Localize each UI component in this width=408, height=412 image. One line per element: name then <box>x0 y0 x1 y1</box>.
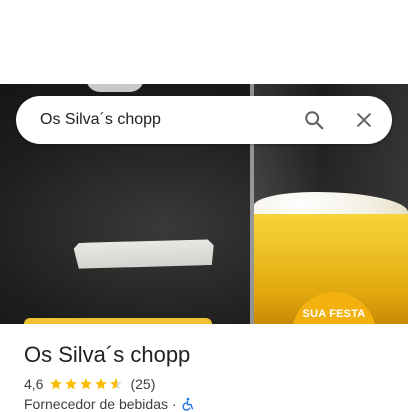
category-label: Fornecedor de bebidas <box>24 396 168 412</box>
star-icon <box>95 378 108 390</box>
search-button[interactable] <box>294 100 334 140</box>
tape-decoration <box>73 237 214 271</box>
category-row: Fornecedor de bebidas · <box>24 396 195 412</box>
star-icon <box>110 378 123 390</box>
place-info-panel[interactable]: Os Silva´s chopp 4,6 (25) Fornecedor de … <box>0 324 408 412</box>
star-icon <box>65 378 78 390</box>
separator: · <box>172 396 177 412</box>
wheelchair-icon <box>181 397 195 411</box>
review-count[interactable]: (25) <box>130 376 155 392</box>
clear-search-button[interactable] <box>344 100 384 140</box>
search-input[interactable]: Os Silva´s chopp <box>16 111 294 129</box>
star-icon <box>80 378 93 390</box>
star-icon <box>50 378 63 390</box>
rating-value: 4,6 <box>24 376 44 392</box>
logo-fragment <box>86 84 144 92</box>
star-rating <box>49 377 124 391</box>
status-area <box>0 0 408 84</box>
close-icon <box>354 110 374 130</box>
search-icon <box>303 109 325 131</box>
rating-row[interactable]: 4,6 (25) <box>24 376 155 392</box>
promo-badge-text: SUA FESTA <box>302 308 366 320</box>
search-bar[interactable]: Os Silva´s chopp <box>16 96 392 144</box>
place-title: Os Silva´s chopp <box>24 342 191 367</box>
